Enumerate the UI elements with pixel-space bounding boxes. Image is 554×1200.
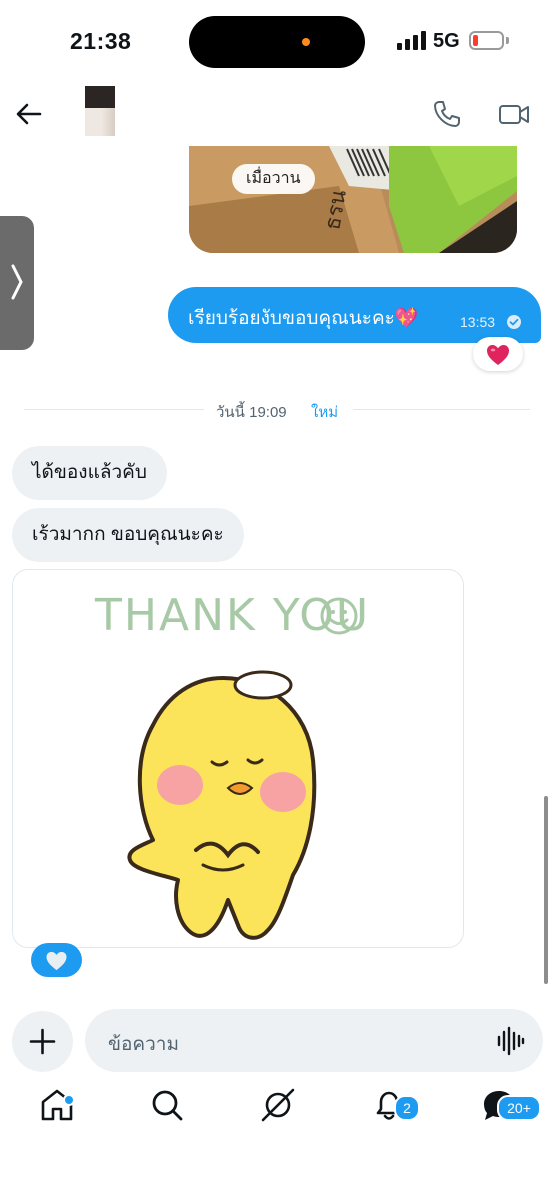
battery-level [473, 35, 478, 46]
reaction-badge[interactable] [473, 337, 523, 371]
divider-left [24, 409, 204, 410]
battery-tip [506, 37, 509, 44]
messages-badge: 20+ [497, 1095, 541, 1121]
new-messages-label: ใหม่ [311, 404, 339, 421]
smiley-face-icon [320, 597, 358, 635]
home-unread-dot [63, 1094, 75, 1106]
call-button[interactable] [430, 97, 464, 131]
chevron-right-icon [11, 264, 23, 300]
duck-sticker-icon [127, 670, 317, 940]
avatar[interactable] [85, 86, 115, 136]
recording-indicator-icon [302, 38, 310, 46]
arrow-left-icon [16, 103, 42, 125]
incoming-message-bubble[interactable]: ได้ของแล้วคับ [12, 446, 167, 500]
message-time: 13:53 [460, 314, 496, 330]
heart-icon [46, 951, 67, 971]
phone-icon [434, 101, 460, 127]
divider-right [353, 409, 530, 410]
signal-icon [397, 30, 427, 50]
heart-icon [487, 345, 509, 365]
status-time: 21:38 [70, 28, 132, 54]
photo-date-chip: เมื่อวาน [232, 164, 315, 194]
scrollbar[interactable] [544, 796, 548, 984]
outgoing-message-text: เรียบร้อยงับขอบคุณนะคะ💖 [188, 308, 419, 329]
network-type: 5G [433, 30, 460, 52]
voice-message-icon[interactable] [497, 1025, 525, 1057]
add-attachment-button[interactable] [12, 1011, 73, 1072]
dynamic-island [189, 16, 365, 68]
back-button[interactable] [12, 97, 46, 131]
plus-icon [29, 1028, 56, 1055]
search-icon[interactable] [147, 1085, 187, 1125]
incoming-message-bubble[interactable]: เร้วมากก ขอบคุณนะคะ [12, 508, 244, 562]
like-reaction-button[interactable] [31, 943, 82, 977]
message-input-placeholder: ข้อความ [108, 1034, 179, 1055]
video-camera-icon [499, 105, 529, 124]
notifications-badge: 2 [394, 1095, 420, 1121]
grok-icon[interactable] [258, 1085, 298, 1125]
video-call-button[interactable] [497, 97, 531, 131]
date-divider-label: วันนี้ 19:09 [216, 404, 287, 421]
read-check-icon [507, 315, 521, 329]
photo-attachment[interactable]: ธรน [189, 146, 517, 253]
